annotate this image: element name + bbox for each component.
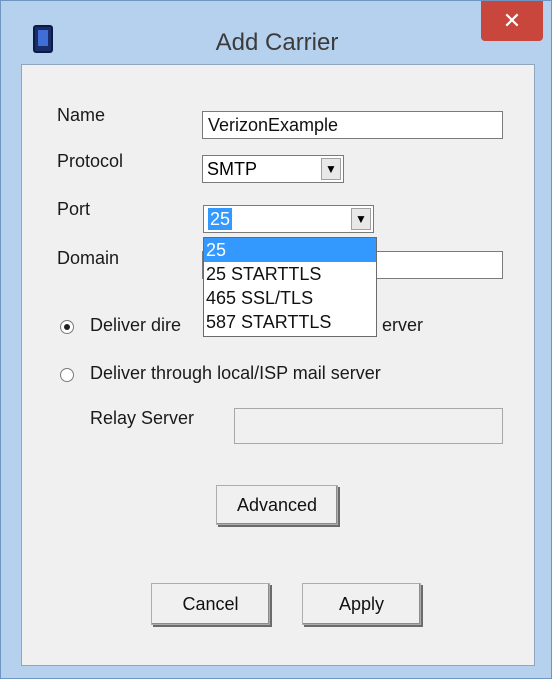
port-option[interactable]: 587 STARTTLS (204, 310, 376, 334)
title-bar: Add Carrier ✕ (1, 1, 551, 56)
domain-label: Domain (57, 248, 120, 268)
add-carrier-dialog: Add Carrier ✕ Name VerizonExample Protoc… (0, 0, 552, 679)
protocol-value: SMTP (207, 159, 258, 179)
protocol-label: Protocol (57, 151, 124, 171)
apply-button[interactable]: Apply (302, 583, 421, 625)
deliver-direct-label-tail: erver (382, 315, 424, 335)
cancel-button[interactable]: Cancel (151, 583, 270, 625)
port-value: 25 (208, 208, 233, 230)
deliver-direct-label: Deliver dire (90, 315, 182, 335)
port-label: Port (57, 199, 91, 219)
name-label: Name (57, 105, 106, 125)
dialog-title: Add Carrier (215, 29, 339, 56)
port-option[interactable]: 465 SSL/TLS (204, 286, 376, 310)
port-select[interactable]: 25 ▼ (203, 205, 374, 233)
relay-server-field[interactable] (234, 408, 503, 444)
deliver-relay-label: Deliver through local/ISP mail server (90, 363, 381, 383)
port-dropdown-list: 25 25 STARTTLS 465 SSL/TLS 587 STARTTLS (203, 237, 377, 337)
close-button[interactable]: ✕ (481, 1, 543, 41)
relay-server-label: Relay Server (90, 408, 195, 428)
chevron-down-icon[interactable]: ▼ (321, 158, 341, 180)
name-field[interactable]: VerizonExample (202, 111, 503, 139)
deliver-relay-radio[interactable] (60, 368, 74, 382)
chevron-down-icon[interactable]: ▼ (351, 208, 371, 230)
port-option[interactable]: 25 (204, 238, 376, 262)
dialog-body: Name VerizonExample Protocol SMTP ▼ Port… (21, 64, 535, 666)
port-option[interactable]: 25 STARTTLS (204, 262, 376, 286)
advanced-button[interactable]: Advanced (216, 485, 338, 525)
protocol-select[interactable]: SMTP ▼ (202, 155, 344, 183)
deliver-direct-radio[interactable] (60, 320, 74, 334)
